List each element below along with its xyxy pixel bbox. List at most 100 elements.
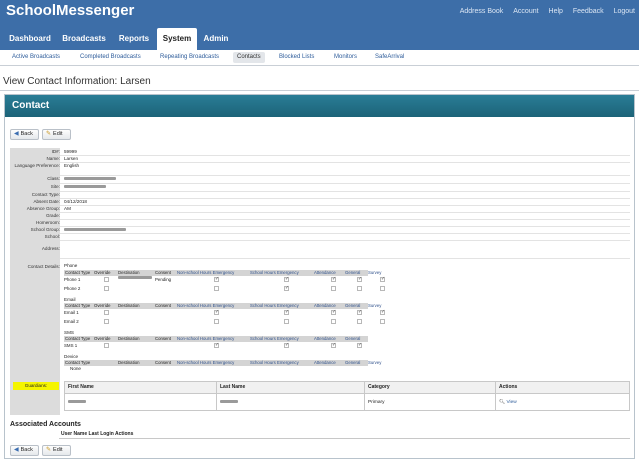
- contact-type-label: Contact Type:: [31, 192, 60, 197]
- phone-row-1: Phone 1 Pending: [64, 276, 385, 283]
- phone-1-override-checkbox[interactable]: [104, 277, 109, 282]
- site-label: Site:: [50, 184, 60, 189]
- col-last-login: Last Login: [88, 431, 114, 437]
- class-label: Class:: [47, 176, 60, 181]
- email-1-survey-checkbox[interactable]: [380, 309, 385, 315]
- row-divider: [60, 240, 630, 241]
- tab-admin[interactable]: Admin: [199, 28, 233, 50]
- back-button-bottom[interactable]: ◀ Back: [10, 445, 39, 456]
- site-value-redacted: [64, 184, 106, 189]
- col-accounts-actions: Actions: [115, 431, 134, 437]
- email-1-override-checkbox[interactable]: [104, 310, 109, 315]
- email-row-1: Email 1: [64, 309, 385, 316]
- row-divider: [60, 162, 630, 163]
- guardian-category: Primary: [365, 393, 496, 411]
- logout-link[interactable]: Logout: [614, 8, 635, 15]
- back-arrow-icon: ◀: [14, 131, 19, 137]
- phone-1-consent: Pending: [155, 277, 172, 282]
- top-links: Address Book Account Help Feedback Logou…: [452, 8, 635, 15]
- sub-nav: Active Broadcasts Completed Broadcasts R…: [0, 50, 639, 66]
- tab-broadcasts[interactable]: Broadcasts: [57, 28, 111, 50]
- email-2-override-checkbox[interactable]: [104, 319, 109, 324]
- help-link[interactable]: Help: [549, 8, 563, 15]
- email-2-school-checkbox[interactable]: [284, 319, 289, 324]
- phone-1-school-checkbox[interactable]: [284, 276, 289, 282]
- contact-details-label: Contact Details:: [27, 264, 60, 269]
- col-attendance: Attendance: [314, 360, 336, 365]
- email-1-school-checkbox[interactable]: [284, 309, 289, 315]
- email-1-label: Email 1: [64, 310, 79, 315]
- absence-group-value: AM: [64, 206, 71, 211]
- subtab-contacts[interactable]: Contacts: [233, 52, 265, 63]
- name-label: Name:: [46, 156, 60, 161]
- subtab-monitors[interactable]: Monitors: [330, 52, 361, 63]
- tab-system[interactable]: System: [157, 28, 197, 50]
- row-divider: [60, 212, 630, 213]
- email-1-nonschool-checkbox[interactable]: [214, 309, 219, 315]
- email-2-attendance-checkbox[interactable]: [331, 319, 336, 324]
- email-section-title: Email: [64, 297, 76, 302]
- grade-label: Grade:: [45, 213, 60, 218]
- phone-2-attendance-checkbox[interactable]: [331, 286, 336, 291]
- phone-1-attendance-checkbox[interactable]: [331, 276, 336, 282]
- page-title: View Contact Information: Larsen: [3, 76, 151, 87]
- row-divider: [60, 233, 630, 234]
- sms-1-school-checkbox[interactable]: [284, 342, 289, 348]
- col-last-name: Last Name: [217, 382, 365, 393]
- email-1-general-checkbox[interactable]: [357, 309, 362, 315]
- language-label: Language Preference:: [14, 163, 60, 168]
- phone-2-survey-checkbox[interactable]: [380, 286, 385, 291]
- absence-group-label: Absence Group:: [26, 206, 60, 211]
- app-logo: SchoolMessenger: [6, 2, 135, 19]
- phone-1-nonschool-checkbox[interactable]: [214, 276, 219, 282]
- email-2-survey-checkbox[interactable]: [380, 319, 385, 324]
- account-link[interactable]: Account: [513, 8, 538, 15]
- device-none-text: None: [70, 366, 81, 371]
- email-1-attendance-checkbox[interactable]: [331, 309, 336, 315]
- sms-1-nonschool-checkbox[interactable]: [214, 342, 219, 348]
- subtab-active-broadcasts[interactable]: Active Broadcasts: [8, 52, 64, 63]
- subtab-blocked-lists[interactable]: Blocked Lists: [275, 52, 318, 63]
- email-2-nonschool-checkbox[interactable]: [214, 319, 219, 324]
- col-destination: Destination: [118, 360, 140, 365]
- guardian-view-link[interactable]: 🔍︎ View: [496, 393, 629, 411]
- edit-button[interactable]: ✎ Edit: [42, 129, 71, 140]
- phone-1-general-checkbox[interactable]: [357, 276, 362, 282]
- class-value-redacted: [64, 176, 116, 181]
- phone-2-general-checkbox[interactable]: [357, 286, 362, 291]
- subtab-safearrival[interactable]: SafeArrival: [371, 52, 408, 63]
- device-header-row: Contact Type Destination Consent Non-sch…: [64, 360, 381, 366]
- sms-1-general-checkbox[interactable]: [357, 342, 362, 348]
- phone-2-school-checkbox[interactable]: [284, 285, 289, 291]
- phone-2-override-checkbox[interactable]: [104, 286, 109, 291]
- name-value: Larsen: [64, 156, 79, 161]
- sms-1-attendance-checkbox[interactable]: [331, 342, 336, 348]
- panel-title: Contact: [5, 95, 634, 117]
- id-label: ID#:: [51, 149, 60, 154]
- tab-dashboard[interactable]: Dashboard: [5, 28, 55, 50]
- phone-1-survey-checkbox[interactable]: [380, 276, 385, 282]
- back-button[interactable]: ◀ Back: [10, 129, 39, 140]
- school-group-value-redacted: [64, 227, 126, 232]
- col-survey: Survey: [368, 360, 382, 365]
- pencil-icon: ✎: [46, 447, 52, 453]
- absent-date-value: 04/12/2018: [64, 199, 87, 204]
- sms-section-title: SMS: [64, 330, 74, 335]
- row-divider: [60, 198, 630, 199]
- subtab-repeating-broadcasts[interactable]: Repeating Broadcasts: [156, 52, 223, 63]
- homeroom-label: Homeroom:: [36, 220, 60, 225]
- sms-1-label: SMS 1: [64, 343, 78, 348]
- col-nonschool-emergency: Non-school Hours Emergency: [177, 360, 235, 365]
- app-header: SchoolMessenger Address Book Account Hel…: [0, 0, 639, 50]
- tab-reports[interactable]: Reports: [113, 28, 155, 50]
- sms-1-override-checkbox[interactable]: [104, 343, 109, 348]
- feedback-link[interactable]: Feedback: [573, 8, 604, 15]
- subtab-completed-broadcasts[interactable]: Completed Broadcasts: [76, 52, 145, 63]
- school-group-label: School Group:: [30, 227, 60, 232]
- magnifier-icon: 🔍︎: [499, 400, 506, 405]
- email-2-general-checkbox[interactable]: [357, 319, 362, 324]
- phone-2-nonschool-checkbox[interactable]: [214, 286, 219, 291]
- address-book-link[interactable]: Address Book: [460, 8, 504, 15]
- edit-button-bottom[interactable]: ✎ Edit: [42, 445, 71, 456]
- col-consent: Consent: [155, 360, 172, 365]
